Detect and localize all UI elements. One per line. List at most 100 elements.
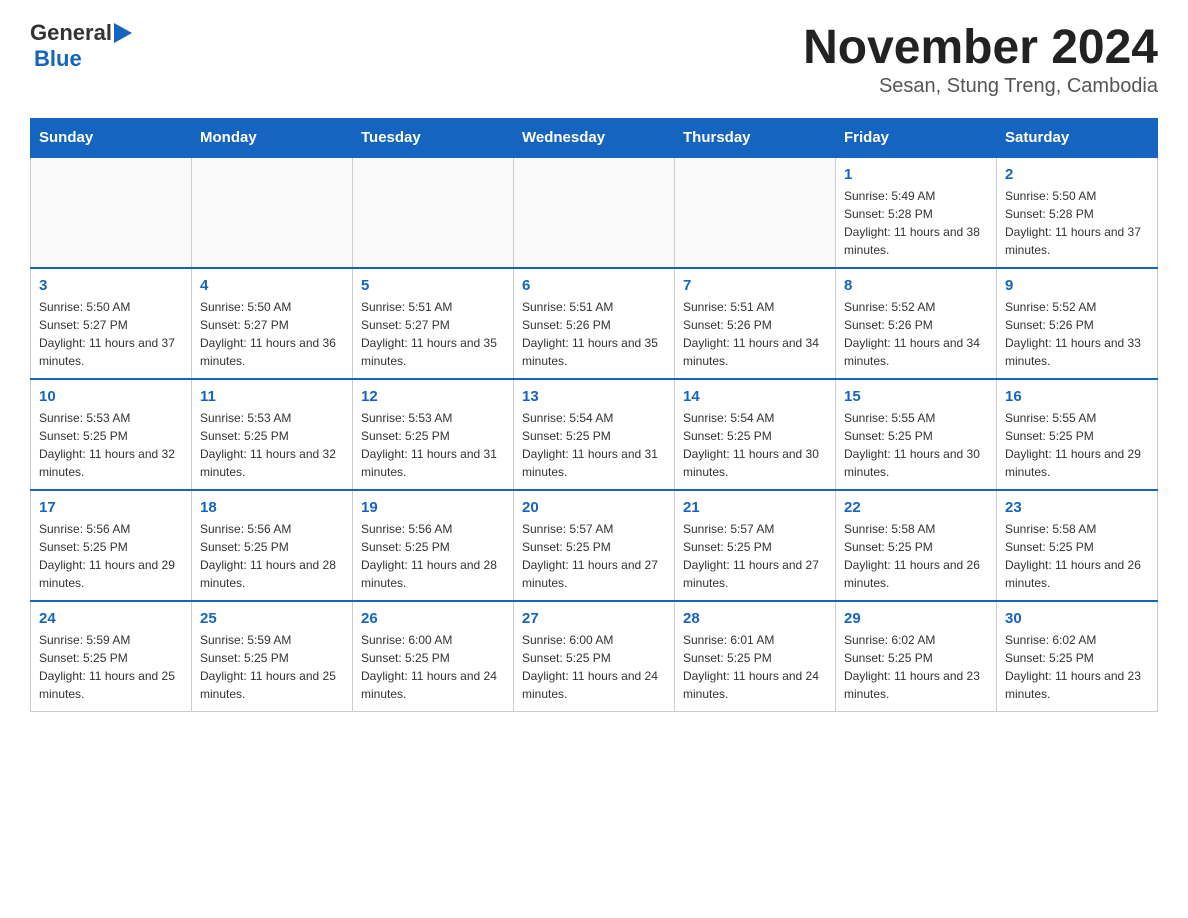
logo-general: General xyxy=(30,20,112,46)
calendar-day-cell: 30 Sunrise: 6:02 AM Sunset: 5:25 PM Dayli… xyxy=(997,601,1158,712)
day-info: Sunrise: 5:56 AM Sunset: 5:25 PM Dayligh… xyxy=(200,520,344,592)
calendar-day-cell: 22 Sunrise: 5:58 AM Sunset: 5:25 PM Dayli… xyxy=(836,490,997,601)
day-info: Sunrise: 5:55 AM Sunset: 5:25 PM Dayligh… xyxy=(844,409,988,481)
day-number: 1 xyxy=(844,166,988,183)
day-number: 8 xyxy=(844,277,988,294)
calendar-day-cell: 17 Sunrise: 5:56 AM Sunset: 5:25 PM Dayli… xyxy=(31,490,192,601)
day-info: Sunrise: 6:00 AM Sunset: 5:25 PM Dayligh… xyxy=(361,631,505,703)
day-number: 10 xyxy=(39,388,183,405)
day-info: Sunrise: 5:57 AM Sunset: 5:25 PM Dayligh… xyxy=(683,520,827,592)
day-number: 14 xyxy=(683,388,827,405)
day-number: 22 xyxy=(844,499,988,516)
day-info: Sunrise: 5:56 AM Sunset: 5:25 PM Dayligh… xyxy=(361,520,505,592)
day-info: Sunrise: 5:51 AM Sunset: 5:27 PM Dayligh… xyxy=(361,298,505,370)
day-number: 13 xyxy=(522,388,666,405)
day-number: 30 xyxy=(1005,610,1149,627)
day-info: Sunrise: 5:59 AM Sunset: 5:25 PM Dayligh… xyxy=(200,631,344,703)
calendar-subtitle: Sesan, Stung Treng, Cambodia xyxy=(803,75,1158,98)
day-info: Sunrise: 5:58 AM Sunset: 5:25 PM Dayligh… xyxy=(844,520,988,592)
calendar-day-cell: 19 Sunrise: 5:56 AM Sunset: 5:25 PM Dayli… xyxy=(353,490,514,601)
day-info: Sunrise: 5:52 AM Sunset: 5:26 PM Dayligh… xyxy=(1005,298,1149,370)
day-info: Sunrise: 6:02 AM Sunset: 5:25 PM Dayligh… xyxy=(1005,631,1149,703)
day-info: Sunrise: 5:50 AM Sunset: 5:27 PM Dayligh… xyxy=(200,298,344,370)
calendar-day-cell: 21Sunrise: 5:57 AM Sunset: 5:25 PM Dayli… xyxy=(675,490,836,601)
calendar-table: SundayMondayTuesdayWednesdayThursdayFrid… xyxy=(30,118,1158,712)
day-info: Sunrise: 6:01 AM Sunset: 5:25 PM Dayligh… xyxy=(683,631,827,703)
calendar-day-cell: 5Sunrise: 5:51 AM Sunset: 5:27 PM Daylig… xyxy=(353,268,514,379)
calendar-day-cell: 15 Sunrise: 5:55 AM Sunset: 5:25 PM Dayli… xyxy=(836,379,997,490)
weekday-header: Monday xyxy=(192,119,353,158)
day-number: 3 xyxy=(39,277,183,294)
day-number: 24 xyxy=(39,610,183,627)
calendar-title: November 2024 xyxy=(803,20,1158,75)
weekday-header: Wednesday xyxy=(514,119,675,158)
calendar-day-cell: 20 Sunrise: 5:57 AM Sunset: 5:25 PM Dayli… xyxy=(514,490,675,601)
calendar-header-row: SundayMondayTuesdayWednesdayThursdayFrid… xyxy=(31,119,1158,158)
day-info: Sunrise: 5:57 AM Sunset: 5:25 PM Dayligh… xyxy=(522,520,666,592)
calendar-day-cell: 24Sunrise: 5:59 AM Sunset: 5:25 PM Dayli… xyxy=(31,601,192,712)
day-number: 4 xyxy=(200,277,344,294)
day-info: Sunrise: 5:53 AM Sunset: 5:25 PM Dayligh… xyxy=(361,409,505,481)
weekday-header: Sunday xyxy=(31,119,192,158)
calendar-day-cell: 28 Sunrise: 6:01 AM Sunset: 5:25 PM Dayli… xyxy=(675,601,836,712)
weekday-header: Saturday xyxy=(997,119,1158,158)
calendar-day-cell: 10 Sunrise: 5:53 AM Sunset: 5:25 PM Dayli… xyxy=(31,379,192,490)
calendar-week-row: 3 Sunrise: 5:50 AM Sunset: 5:27 PM Daylig… xyxy=(31,268,1158,379)
day-info: Sunrise: 5:54 AM Sunset: 5:25 PM Dayligh… xyxy=(522,409,666,481)
calendar-day-cell: 1Sunrise: 5:49 AM Sunset: 5:28 PM Daylig… xyxy=(836,157,997,268)
logo-blue: Blue xyxy=(34,46,82,72)
day-number: 19 xyxy=(361,499,505,516)
calendar-day-cell xyxy=(192,157,353,268)
calendar-day-cell: 26 Sunrise: 6:00 AM Sunset: 5:25 PM Dayli… xyxy=(353,601,514,712)
day-number: 7 xyxy=(683,277,827,294)
page-header: General Blue November 2024 Sesan, Stung … xyxy=(30,20,1158,98)
calendar-day-cell: 8 Sunrise: 5:52 AM Sunset: 5:26 PM Daylig… xyxy=(836,268,997,379)
day-number: 9 xyxy=(1005,277,1149,294)
day-info: Sunrise: 5:50 AM Sunset: 5:28 PM Dayligh… xyxy=(1005,187,1149,259)
day-number: 26 xyxy=(361,610,505,627)
calendar-day-cell: 16Sunrise: 5:55 AM Sunset: 5:25 PM Dayli… xyxy=(997,379,1158,490)
weekday-header: Thursday xyxy=(675,119,836,158)
day-info: Sunrise: 5:53 AM Sunset: 5:25 PM Dayligh… xyxy=(39,409,183,481)
calendar-week-row: 10 Sunrise: 5:53 AM Sunset: 5:25 PM Dayli… xyxy=(31,379,1158,490)
calendar-day-cell: 9 Sunrise: 5:52 AM Sunset: 5:26 PM Daylig… xyxy=(997,268,1158,379)
day-number: 28 xyxy=(683,610,827,627)
day-info: Sunrise: 5:58 AM Sunset: 5:25 PM Dayligh… xyxy=(1005,520,1149,592)
calendar-day-cell: 25 Sunrise: 5:59 AM Sunset: 5:25 PM Dayli… xyxy=(192,601,353,712)
calendar-day-cell: 18 Sunrise: 5:56 AM Sunset: 5:25 PM Dayli… xyxy=(192,490,353,601)
day-number: 12 xyxy=(361,388,505,405)
calendar-day-cell: 7 Sunrise: 5:51 AM Sunset: 5:26 PM Daylig… xyxy=(675,268,836,379)
calendar-day-cell: 23Sunrise: 5:58 AM Sunset: 5:25 PM Dayli… xyxy=(997,490,1158,601)
calendar-week-row: 17 Sunrise: 5:56 AM Sunset: 5:25 PM Dayli… xyxy=(31,490,1158,601)
calendar-day-cell xyxy=(353,157,514,268)
day-info: Sunrise: 5:50 AM Sunset: 5:27 PM Dayligh… xyxy=(39,298,183,370)
weekday-header: Friday xyxy=(836,119,997,158)
day-number: 18 xyxy=(200,499,344,516)
day-number: 15 xyxy=(844,388,988,405)
calendar-week-row: 24 Sunrise: 5:59 AM Sunset: 5:25 PM Dayli… xyxy=(31,601,1158,712)
calendar-day-cell: 11Sunrise: 5:53 AM Sunset: 5:25 PM Dayli… xyxy=(192,379,353,490)
day-info: Sunrise: 5:56 AM Sunset: 5:25 PM Dayligh… xyxy=(39,520,183,592)
day-info: Sunrise: 6:02 AM Sunset: 5:25 PM Dayligh… xyxy=(844,631,988,703)
calendar-day-cell: 6 Sunrise: 5:51 AM Sunset: 5:26 PM Daylig… xyxy=(514,268,675,379)
calendar-week-row: 1Sunrise: 5:49 AM Sunset: 5:28 PM Daylig… xyxy=(31,157,1158,268)
calendar-day-cell: 4 Sunrise: 5:50 AM Sunset: 5:27 PM Daylig… xyxy=(192,268,353,379)
calendar-day-cell: 13 Sunrise: 5:54 AM Sunset: 5:25 PM Dayli… xyxy=(514,379,675,490)
day-number: 27 xyxy=(522,610,666,627)
day-number: 6 xyxy=(522,277,666,294)
calendar-day-cell: 14 Sunrise: 5:54 AM Sunset: 5:25 PM Dayli… xyxy=(675,379,836,490)
day-info: Sunrise: 6:00 AM Sunset: 5:25 PM Dayligh… xyxy=(522,631,666,703)
day-info: Sunrise: 5:54 AM Sunset: 5:25 PM Dayligh… xyxy=(683,409,827,481)
calendar-day-cell: 27 Sunrise: 6:00 AM Sunset: 5:25 PM Dayli… xyxy=(514,601,675,712)
day-info: Sunrise: 5:53 AM Sunset: 5:25 PM Dayligh… xyxy=(200,409,344,481)
day-number: 17 xyxy=(39,499,183,516)
day-info: Sunrise: 5:51 AM Sunset: 5:26 PM Dayligh… xyxy=(683,298,827,370)
day-number: 16 xyxy=(1005,388,1149,405)
calendar-day-cell xyxy=(31,157,192,268)
day-number: 20 xyxy=(522,499,666,516)
day-info: Sunrise: 5:51 AM Sunset: 5:26 PM Dayligh… xyxy=(522,298,666,370)
day-number: 29 xyxy=(844,610,988,627)
day-info: Sunrise: 5:52 AM Sunset: 5:26 PM Dayligh… xyxy=(844,298,988,370)
calendar-day-cell: 2Sunrise: 5:50 AM Sunset: 5:28 PM Daylig… xyxy=(997,157,1158,268)
day-number: 25 xyxy=(200,610,344,627)
